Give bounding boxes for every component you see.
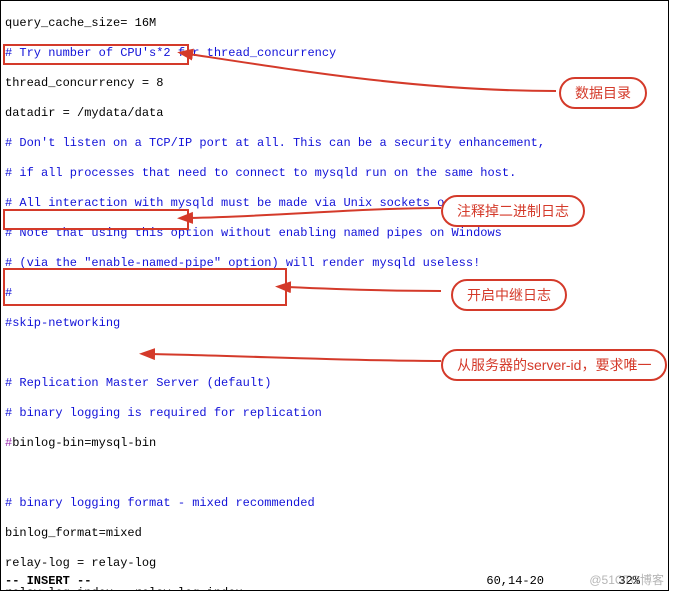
- blank-line: [5, 346, 664, 361]
- config-line: # Replication Master Server (default): [5, 376, 664, 391]
- config-line: binlog_format=mixed: [5, 526, 664, 541]
- file-content: query_cache_size= 16M # Try number of CP…: [1, 1, 668, 591]
- config-line: relay-log = relay-log: [5, 556, 664, 571]
- watermark: @51CTO博客: [589, 571, 664, 588]
- config-line: #skip-networking: [5, 316, 664, 331]
- config-line: # All interaction with mysqld must be ma…: [5, 196, 664, 211]
- config-line: # (via the "enable-named-pipe" option) w…: [5, 256, 664, 271]
- vim-statusbar: -- INSERT -- 60,14-20 32%: [5, 574, 664, 588]
- config-line: # if all processes that need to connect …: [5, 166, 664, 181]
- config-line: thread_concurrency = 8: [5, 76, 664, 91]
- config-line: #: [5, 286, 664, 301]
- vim-mode: -- INSERT --: [5, 574, 91, 588]
- config-line: #binlog-bin=mysql-bin: [5, 436, 664, 451]
- config-line: # binary logging format - mixed recommen…: [5, 496, 664, 511]
- blank-line: [5, 466, 664, 481]
- config-line: # Don't listen on a TCP/IP port at all. …: [5, 136, 664, 151]
- config-line: datadir = /mydata/data: [5, 106, 664, 121]
- config-line: query_cache_size= 16M: [5, 16, 664, 31]
- vim-position: 60,14-20: [486, 574, 544, 588]
- config-line: # Note that using this option without en…: [5, 226, 664, 241]
- config-line: # binary logging is required for replica…: [5, 406, 664, 421]
- editor-window: query_cache_size= 16M # Try number of CP…: [0, 0, 669, 591]
- config-line: # Try number of CPU's*2 for thread_concu…: [5, 46, 664, 61]
